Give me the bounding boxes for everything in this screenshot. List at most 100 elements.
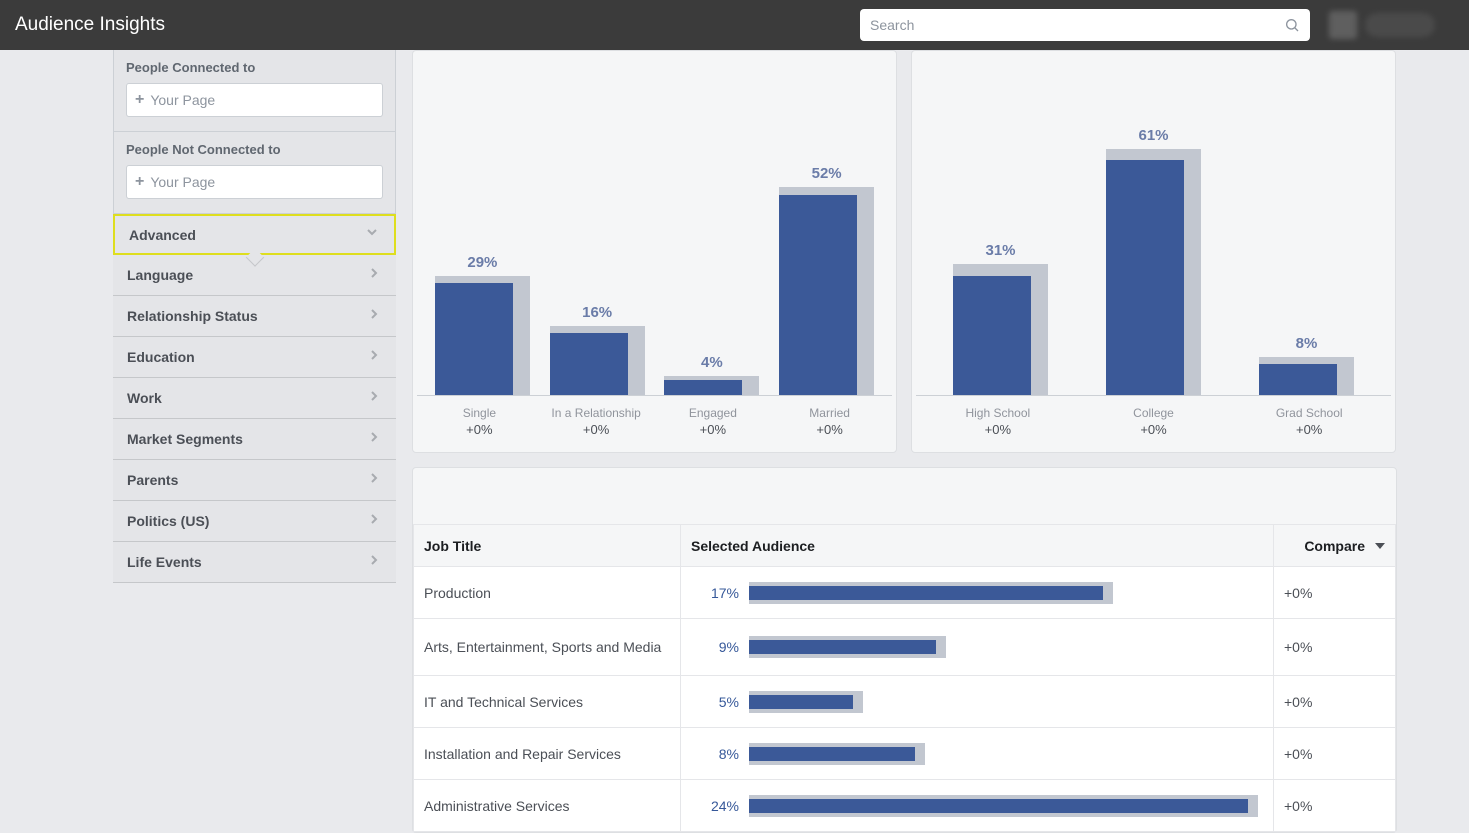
bar-delta: +0% <box>771 422 888 437</box>
table-header-compare[interactable]: Compare <box>1274 525 1396 567</box>
job-title-table: Job Title Selected Audience Compare Prod… <box>413 524 1396 832</box>
bar-label: Single +0% <box>421 406 538 437</box>
bar-group: 52% <box>769 81 884 395</box>
chevron-right-icon <box>366 470 382 491</box>
user-menu[interactable] <box>1329 9 1449 41</box>
bar-label: Engaged+0% <box>655 406 772 437</box>
bar-delta: +0% <box>1076 422 1232 437</box>
main-content: People Connected to + Your Page People N… <box>0 50 1469 833</box>
plus-icon: + <box>135 92 144 108</box>
bar-delta: +0% <box>421 422 538 437</box>
filter-label: Parents <box>127 472 178 488</box>
bar-category: In a Relationship <box>538 406 655 420</box>
cell-audience: 17% <box>681 567 1274 619</box>
chevron-right-icon <box>366 306 382 327</box>
filter-item-relationship-status[interactable]: Relationship Status <box>113 296 396 337</box>
bar-group: 61% <box>1077 81 1230 395</box>
bar-selected <box>779 195 857 395</box>
not-connected-section: People Not Connected to + Your Page <box>113 132 396 214</box>
content-area: 29%16%4%52%Single+0%In a Relationship+0%… <box>396 50 1469 833</box>
chart-body: 29% 16% 4% 52% <box>417 81 892 396</box>
filter-label: Relationship Status <box>127 308 258 324</box>
filter-item-market-segments[interactable]: Market Segments <box>113 419 396 460</box>
cell-audience: 8% <box>681 728 1274 780</box>
cell-audience: 5% <box>681 676 1274 728</box>
bar-comparison: 31% <box>953 264 1048 395</box>
connected-section: People Connected to + Your Page <box>113 50 396 132</box>
bar-group: 29% <box>425 81 540 395</box>
bar-selected <box>953 276 1031 395</box>
filter-item-life-events[interactable]: Life Events <box>113 542 396 583</box>
search-icon <box>1284 17 1300 33</box>
filter-label: Life Events <box>127 554 202 570</box>
filter-item-politics-us-[interactable]: Politics (US) <box>113 501 396 542</box>
table-row[interactable]: Administrative Services24%+0% <box>414 780 1396 832</box>
table-row[interactable]: Installation and Repair Services8%+0% <box>414 728 1396 780</box>
bar-category: Grad School <box>1231 406 1387 420</box>
audience-bar-fg <box>749 799 1248 813</box>
bar-category: Single <box>421 406 538 420</box>
plus-icon: + <box>135 174 144 190</box>
user-pill <box>1365 13 1435 37</box>
education-chart-card: 31%61%8%High School+0%College+0%Grad Sch… <box>911 50 1396 453</box>
placeholder-text: Your Page <box>150 92 215 108</box>
audience-pct: 17% <box>691 585 739 601</box>
audience-bar <box>749 582 1263 604</box>
bar-category: College <box>1076 406 1232 420</box>
audience-pct: 8% <box>691 746 739 762</box>
bar-comparison: 52% <box>779 187 874 395</box>
chevron-right-icon <box>366 511 382 532</box>
bar-category: Married <box>771 406 888 420</box>
filter-item-education[interactable]: Education <box>113 337 396 378</box>
bar-group: 8% <box>1230 81 1383 395</box>
cell-title: Production <box>414 567 681 619</box>
table-row[interactable]: Production 17% +0% <box>414 567 1396 619</box>
relationship-chart-card: 29%16%4%52%Single+0%In a Relationship+0%… <box>412 50 897 453</box>
page-title: Audience Insights <box>15 14 165 36</box>
placeholder-text: Your Page <box>150 174 215 190</box>
bar-category: Engaged <box>655 406 772 420</box>
cell-title: Administrative Services <box>414 780 681 832</box>
cell-title: Arts, Entertainment, Sports and Media <box>414 619 681 676</box>
bar-value-label: 16% <box>550 304 645 321</box>
not-connected-page-input[interactable]: + Your Page <box>126 165 383 199</box>
audience-bar <box>749 743 1263 765</box>
cell-title: IT and Technical Services <box>414 676 681 728</box>
connected-page-input[interactable]: + Your Page <box>126 83 383 117</box>
filter-item-parents[interactable]: Parents <box>113 460 396 501</box>
bar-value-label: 4% <box>664 354 759 371</box>
cell-compare: +0% <box>1274 567 1396 619</box>
audience-pct: 9% <box>691 639 739 655</box>
bar-comparison: 29% <box>435 276 530 395</box>
bar-selected <box>1259 364 1337 395</box>
filter-label: Politics (US) <box>127 513 209 529</box>
bar-value-label: 29% <box>435 254 530 271</box>
table-header-title[interactable]: Job Title <box>414 525 681 567</box>
bar-label: Grad School +0% <box>1231 406 1387 437</box>
cell-title: Installation and Repair Services <box>414 728 681 780</box>
connected-label: People Connected to <box>126 60 383 75</box>
filter-label: Education <box>127 349 195 365</box>
search-input[interactable] <box>870 17 1284 33</box>
filter-label: Market Segments <box>127 431 243 447</box>
audience-bar <box>749 795 1263 817</box>
bar-delta: +0% <box>1231 422 1387 437</box>
top-bar: Audience Insights <box>0 0 1469 50</box>
table-row[interactable]: IT and Technical Services5%+0% <box>414 676 1396 728</box>
table-header-audience[interactable]: Selected Audience <box>681 525 1274 567</box>
bar-group: 4% <box>655 81 770 395</box>
table-row[interactable]: Arts, Entertainment, Sports and Media 9% +… <box>414 619 1396 676</box>
filter-item-work[interactable]: Work <box>113 378 396 419</box>
cell-compare: +0% <box>1274 619 1396 676</box>
cell-compare: +0% <box>1274 676 1396 728</box>
bar-value-label: 31% <box>953 242 1048 259</box>
charts-row: 29%16%4%52%Single+0%In a Relationship+0%… <box>412 50 1399 453</box>
bar-comparison: 8% <box>1259 357 1354 395</box>
chevron-right-icon <box>366 265 382 286</box>
bar-delta: +0% <box>538 422 655 437</box>
advanced-toggle[interactable]: Advanced <box>113 214 396 255</box>
bar-comparison: 16% <box>550 326 645 395</box>
sidebar: People Connected to + Your Page People N… <box>0 50 396 833</box>
search-box[interactable] <box>860 9 1310 41</box>
audience-bar <box>749 691 1263 713</box>
